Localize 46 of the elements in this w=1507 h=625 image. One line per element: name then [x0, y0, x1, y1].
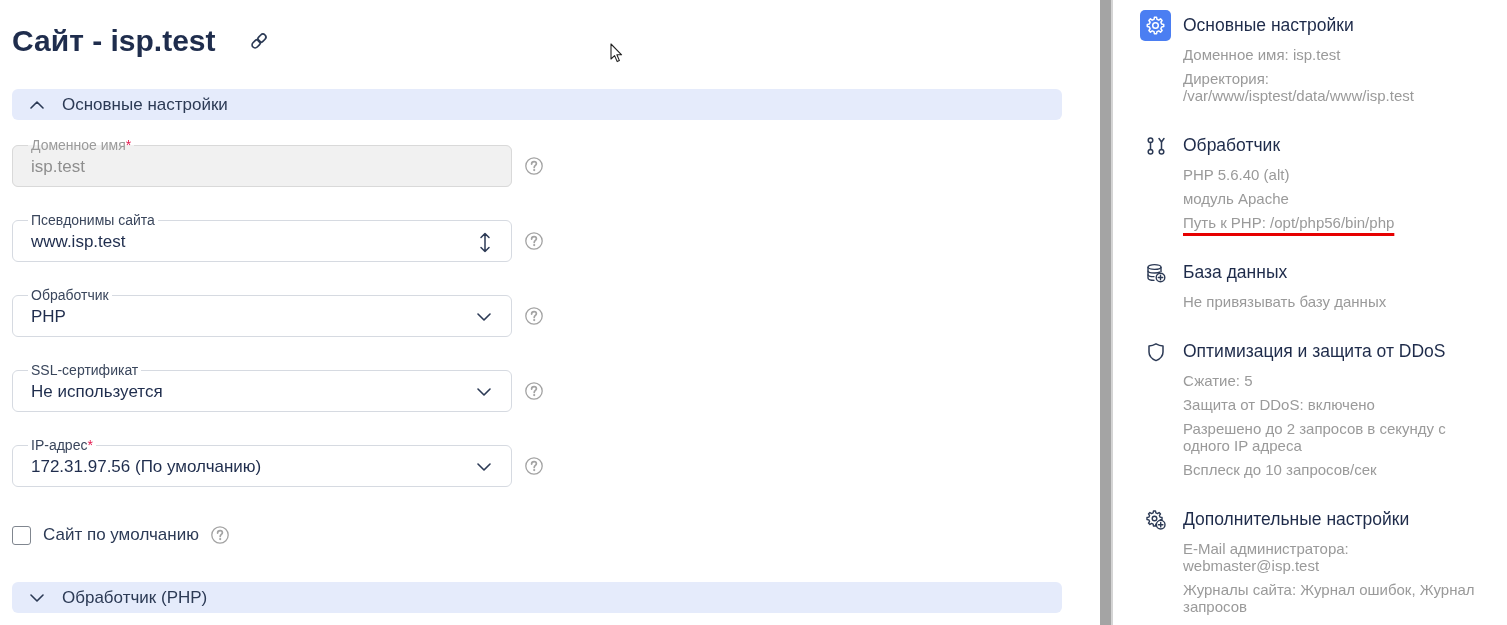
summary-detail: Разрешено до 2 запросов в секунду с одного IP адреса	[1183, 420, 1447, 454]
chevron-down-icon	[477, 388, 491, 396]
link-icon[interactable]	[248, 31, 269, 51]
field-label: SSL-сертификат	[30, 362, 140, 378]
summary-detail: E-Mail администратора: webmaster@isp.test	[1183, 540, 1350, 574]
summary-title: Оптимизация и защита от DDoS	[1183, 341, 1446, 362]
help-icon[interactable]	[525, 232, 543, 250]
summary-title: Обработчик	[1183, 135, 1281, 156]
chevron-up-icon	[30, 100, 44, 109]
summary-detail: модуль Apache	[1183, 190, 1289, 207]
summary-detail: Защита от DDoS: включено	[1183, 396, 1375, 413]
checkbox[interactable]	[12, 525, 31, 545]
field-label: IP-адрес*	[30, 437, 94, 453]
panel-splitter[interactable]	[1100, 0, 1113, 625]
summary-detail: Путь к PHP: /opt/php56/bin/php	[1183, 214, 1395, 233]
dropdown[interactable]: SSL-сертификат Не используется	[12, 362, 512, 412]
summary-title: Дополнительные настройки	[1183, 509, 1410, 530]
help-icon[interactable]	[525, 382, 543, 400]
help-icon[interactable]	[525, 157, 543, 175]
dropdown[interactable]: IP-адрес* 172.31.97.56 (По умолчанию)	[12, 437, 512, 487]
field-label: Обработчик	[30, 287, 110, 303]
help-icon[interactable]	[525, 307, 543, 325]
section-header[interactable]: Основные настройки	[12, 89, 1062, 120]
text-field[interactable]: Псевдонимы сайта www.isp.test	[12, 212, 512, 262]
dropdown[interactable]: Обработчик PHP	[12, 287, 512, 337]
summary-detail: Журналы сайта: Журнал ошибок, Журнал запросов	[1183, 581, 1476, 615]
summary-title: База данных	[1183, 262, 1288, 283]
summary-detail: Всплеск до 10 запросов/сек	[1183, 461, 1377, 478]
mouse-pointer-icon	[610, 43, 623, 63]
checkbox-label[interactable]: Сайт по умолчанию	[43, 525, 199, 545]
section-header[interactable]: Обработчик (PHP)	[12, 582, 1062, 613]
summary-detail: Не привязывать базу данных	[1183, 293, 1387, 310]
chevron-down-icon	[477, 463, 491, 471]
help-icon[interactable]	[210, 526, 229, 544]
chevron-down-icon	[477, 313, 491, 321]
help-icon[interactable]	[525, 457, 543, 475]
field-label: Доменное имя*	[30, 137, 133, 153]
summary-detail: Директория: /var/www/isptest/data/www/isp.test	[1183, 70, 1415, 104]
field-label: Псевдонимы сайта	[30, 212, 156, 228]
up-down-arrow-icon[interactable]	[479, 231, 491, 253]
summary-detail: Сжатие: 5	[1183, 372, 1253, 389]
summary-title: Основные настройки	[1183, 15, 1354, 36]
summary-detail: Доменное имя: isp.test	[1183, 46, 1341, 63]
chevron-down-icon	[30, 593, 44, 602]
summary-detail: PHP 5.6.40 (alt)	[1183, 166, 1290, 183]
page-title: Сайт - isp.test	[12, 23, 216, 59]
